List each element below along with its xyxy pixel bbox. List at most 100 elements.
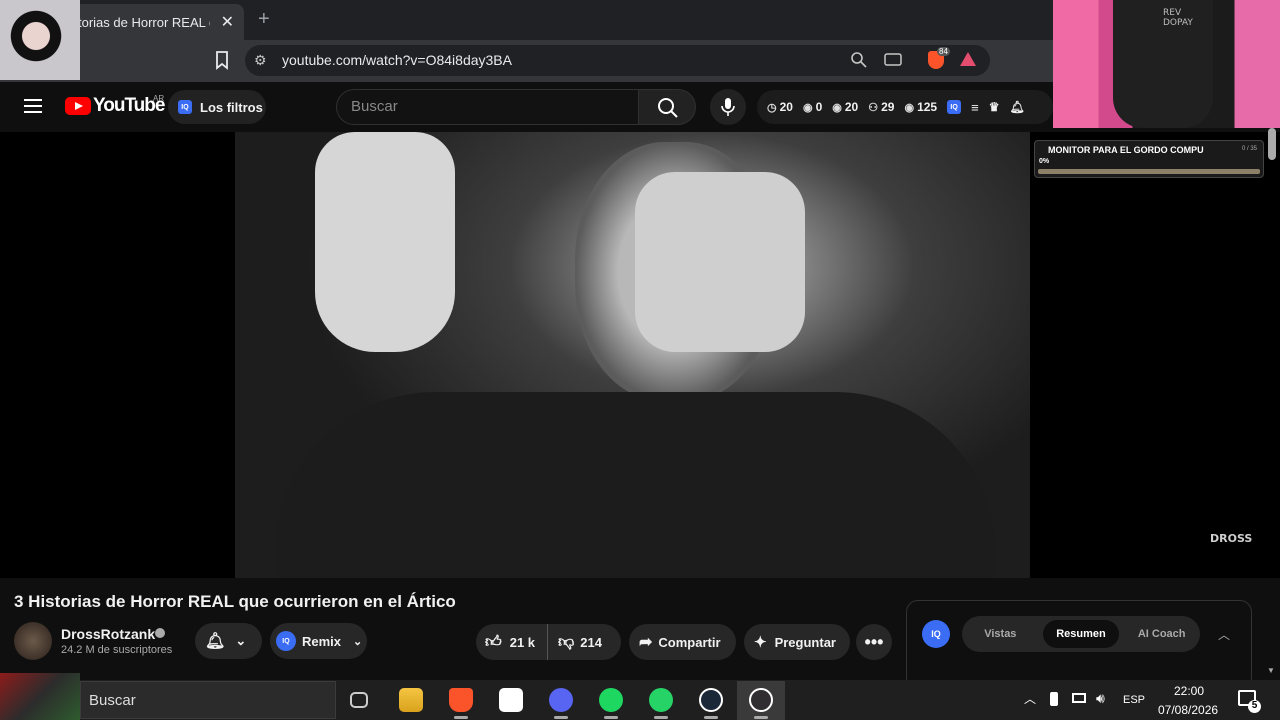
bell-icon: 🔔︎ [205,633,226,650]
remix-label: Remix [302,633,342,649]
iq-extension-icon: IQ [276,631,296,651]
list-icon[interactable]: ≡ [971,100,979,115]
tab-ai-coach[interactable]: AI Coach [1123,620,1200,648]
file-explorer-icon[interactable] [399,688,423,712]
thumbs-down-icon: 👎︎ [558,633,575,651]
tab-title: torias de Horror REAL qu [78,14,210,30]
iq-extension-icon: IQ [178,100,192,114]
site-settings-icon[interactable]: ⚙ [254,52,267,69]
chevron-down-icon: ⌄ [353,635,363,648]
more-actions-button[interactable]: ••• [856,624,892,660]
video-subject-hand [315,132,455,352]
taskbar-search-input[interactable]: Buscar [80,681,336,719]
shield-count-badge: 84 [937,47,950,56]
subscriber-count: 24.2 M de suscriptores [61,644,173,656]
channel-watermark[interactable]: DROSS [1210,532,1252,545]
stat-value: 29 [881,100,895,114]
thumbs-up-icon: 👍︎ [485,633,502,651]
voice-search-button[interactable] [710,89,746,125]
cast-icon[interactable] [884,52,902,68]
like-count: 21 k [509,634,536,650]
clock-date[interactable]: 07/08/2026 [1158,703,1218,717]
hamburger-menu-icon[interactable] [24,99,42,113]
video-title: 3 Historias de Horror REAL que ocurriero… [14,592,456,611]
stat-item: ◉ 125 [904,100,937,114]
close-tab-icon[interactable]: ✕ [221,12,234,32]
search-button[interactable] [638,89,696,125]
steam-icon[interactable] [699,688,723,712]
iq-panel-icon[interactable]: IQ [922,620,950,648]
ask-button[interactable]: ✦ Preguntar [744,624,850,660]
stat-item: ◉ 0 [803,100,822,114]
dislike-count: 214 [580,634,602,650]
stat-value: 0 [815,100,823,114]
input-language[interactable]: ESP [1123,694,1145,706]
stat-item: ◷ 20 [767,100,793,114]
search-input[interactable]: Buscar [336,89,638,125]
obs-studio-icon[interactable] [749,688,773,712]
remix-button[interactable]: IQ Remix ⌄ [270,623,367,659]
usb-icon[interactable] [1050,692,1058,706]
stat-value: 125 [917,100,938,114]
youtube-logo-icon[interactable] [65,97,91,115]
running-indicator [654,716,668,719]
share-icon: ➦ [639,634,653,651]
new-tab-button[interactable]: + [258,8,270,31]
goal-progress-bar [1038,169,1260,174]
filters-label: Los filtros [200,99,263,115]
iq-extension-icon[interactable]: IQ [947,100,962,114]
stat-value: 20 [779,100,793,114]
trophy-icon[interactable]: ♛ [989,100,1000,114]
video-subject-jacket [275,392,995,578]
verified-check-icon [155,628,165,638]
subscription-bell-button[interactable]: 🔔︎ ⌄ [195,623,262,659]
notification-count-badge: 5 [1248,700,1261,713]
chevron-up-icon[interactable]: ︿ [1024,690,1036,707]
person-shirt: REV DOPAY [1113,0,1213,128]
scroll-down-arrow-icon[interactable]: ▼ [1267,666,1275,675]
eye-icon: ◉ [904,101,915,114]
clock-time[interactable]: 22:00 [1174,684,1204,698]
notification-bell-icon[interactable]: 🔔︎ [1009,100,1024,114]
task-view-icon[interactable] [350,692,368,708]
video-frame[interactable] [235,132,1030,578]
dislike-button[interactable]: 👎︎ 214 [548,624,602,660]
tab-vistas[interactable]: Vistas [962,620,1039,648]
share-button[interactable]: ➦ Compartir [629,624,736,660]
ask-label: Preguntar [774,634,836,650]
channel-avatar[interactable] [14,622,52,660]
bookmark-icon[interactable] [212,50,232,70]
running-indicator [454,716,468,719]
running-indicator [704,716,718,719]
volume-icon[interactable]: 🔊︎ [1096,690,1105,707]
brave-browser-icon[interactable] [449,688,473,712]
chevron-down-icon: ⌄ [235,633,247,648]
search-icon [658,98,678,118]
goal-count: 0 / 35 [1242,146,1258,152]
tab-resumen[interactable]: Resumen [1042,620,1120,648]
goal-percent: 0% [1039,158,1050,165]
panel-tab-switcher: Vistas Resumen AI Coach [962,616,1200,652]
user-icon: ⚇ [868,101,879,114]
chevron-up-icon[interactable]: ︿ [1218,626,1230,643]
running-indicator [754,716,768,719]
brave-rewards-icon[interactable] [960,52,976,66]
channel-name[interactable]: DrossRotzank [61,626,155,642]
page-scrollbar[interactable] [1268,128,1276,160]
like-button[interactable]: 👍︎ 21 k [476,624,548,660]
webcam-overlay-right: REV DOPAY [1053,0,1280,128]
eye-icon: ◉ [802,101,813,114]
filters-button[interactable]: IQ Los filtros [168,90,266,124]
whatsapp-icon[interactable] [649,688,673,712]
network-icon[interactable] [1072,693,1086,703]
stat-item: ◉ 20 [832,100,858,114]
url-text[interactable]: youtube.com/watch?v=O84i8day3BA [282,52,512,68]
zoom-icon[interactable] [850,51,868,69]
microsoft-store-icon[interactable] [499,688,523,712]
running-indicator [604,716,618,719]
clock-icon: ◷ [767,101,777,114]
browser-tab[interactable]: torias de Horror REAL qu ✕ [60,4,244,40]
microphone-icon [721,98,735,116]
discord-icon[interactable] [549,688,573,712]
spotify-icon[interactable] [599,688,623,712]
